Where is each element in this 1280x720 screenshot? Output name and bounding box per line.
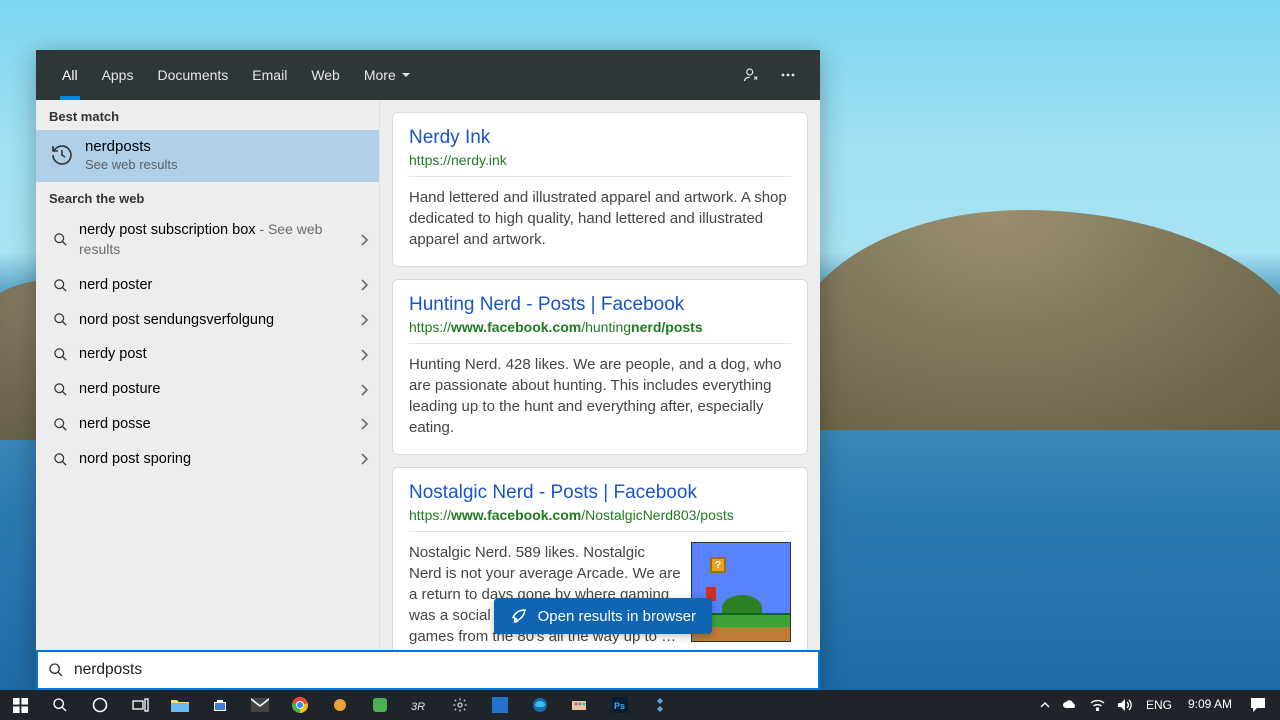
tab-apps[interactable]: Apps [90, 50, 146, 100]
web-result-url: https://www.facebook.com/huntingnerd/pos… [409, 319, 791, 344]
task-view-icon[interactable] [120, 690, 160, 720]
web-result-desc: Hand lettered and illustrated apparel an… [409, 187, 791, 250]
web-suggestion-text: nerd posture [79, 380, 359, 399]
web-suggestion-text: nerdy post subscription box - See web re… [79, 220, 359, 260]
web-result-title[interactable]: Hunting Nerd - Posts | Facebook [409, 294, 791, 316]
search-input[interactable] [74, 661, 808, 679]
web-suggestion-text: nerd posse [79, 415, 359, 434]
search-icon [49, 417, 71, 432]
best-match-subtitle: See web results [85, 157, 178, 172]
chrome-icon[interactable] [280, 690, 320, 720]
search-web-header: Search the web [36, 182, 379, 212]
web-suggestion-item[interactable]: nerd poster [36, 268, 379, 303]
web-suggestion-text: nerdy post [79, 345, 359, 364]
taskbar-app-icon[interactable] [320, 690, 360, 720]
best-match-title: nerdposts [85, 138, 178, 155]
tab-all[interactable]: All [50, 50, 90, 100]
photoshop-icon[interactable]: Ps [600, 690, 640, 720]
chevron-right-icon [359, 278, 369, 292]
web-suggestion-item[interactable]: nerd posture [36, 372, 379, 407]
tab-email[interactable]: Email [240, 50, 299, 100]
web-suggestion-item[interactable]: nerdy post [36, 337, 379, 372]
taskbar-app-icon[interactable] [360, 690, 400, 720]
taskbar-app-icon[interactable] [480, 690, 520, 720]
web-suggestion-item[interactable]: nord post sendungsverfolgung [36, 303, 379, 338]
settings-icon[interactable] [440, 690, 480, 720]
chevron-right-icon [359, 417, 369, 431]
search-icon [49, 347, 71, 362]
web-suggestion-text: nord post sporing [79, 450, 359, 469]
web-suggestion-item[interactable]: nerdy post subscription box - See web re… [36, 212, 379, 268]
tray-wifi-icon[interactable] [1084, 690, 1111, 720]
svg-text:Ps: Ps [614, 701, 625, 711]
search-icon [48, 662, 64, 678]
web-suggestion-text: nerd poster [79, 276, 359, 295]
svg-text:3R: 3R [411, 701, 425, 712]
feedback-icon[interactable] [734, 57, 770, 93]
tray-language[interactable]: ENG [1138, 690, 1180, 720]
tray-chevron-icon[interactable] [1034, 690, 1056, 720]
system-tray: ENG 9:09 AM [1034, 690, 1280, 720]
search-results-sidebar: Best match nerdposts See web results Sea… [36, 100, 380, 650]
search-preview-pane: Nerdy Ink https://nerdy.ink Hand lettere… [380, 100, 820, 650]
web-suggestion-text: nord post sendungsverfolgung [79, 311, 359, 330]
web-suggestion-item[interactable]: nord post sporing [36, 442, 379, 477]
taskbar-app-icon[interactable]: 3R [400, 690, 440, 720]
taskbar-search-icon[interactable] [40, 690, 80, 720]
desktop: All Apps Documents Email Web More Best m… [0, 0, 1280, 720]
options-icon[interactable] [770, 57, 806, 93]
search-filter-tabs: All Apps Documents Email Web More [36, 50, 820, 100]
store-icon[interactable] [200, 690, 240, 720]
search-panel: All Apps Documents Email Web More Best m… [36, 50, 820, 690]
search-icon [49, 278, 71, 293]
search-input-bar[interactable] [36, 650, 820, 690]
web-result-title[interactable]: Nerdy Ink [409, 127, 791, 149]
chevron-right-icon [359, 452, 369, 466]
tab-more[interactable]: More [352, 50, 422, 100]
search-icon [49, 382, 71, 397]
search-icon [49, 452, 71, 467]
chevron-right-icon [359, 348, 369, 362]
best-match-item[interactable]: nerdposts See web results [36, 130, 379, 182]
tab-documents[interactable]: Documents [145, 50, 240, 100]
taskbar: 3R Ps ENG 9:09 AM [0, 690, 1280, 720]
web-result-card[interactable]: Hunting Nerd - Posts | Facebook https://… [392, 279, 808, 455]
web-result-title[interactable]: Nostalgic Nerd - Posts | Facebook [409, 482, 791, 504]
chevron-right-icon [359, 313, 369, 327]
history-icon [49, 142, 75, 168]
search-icon [49, 312, 71, 327]
web-result-url: https://nerdy.ink [409, 152, 791, 177]
web-result-url: https://www.facebook.com/NostalgicNerd80… [409, 507, 791, 532]
chevron-right-icon [359, 233, 369, 247]
best-match-header: Best match [36, 100, 379, 130]
tray-onedrive-icon[interactable] [1056, 690, 1084, 720]
chevron-right-icon [359, 383, 369, 397]
tray-clock[interactable]: 9:09 AM [1180, 690, 1240, 720]
action-center-icon[interactable] [1240, 690, 1276, 720]
tab-web[interactable]: Web [299, 50, 352, 100]
web-result-desc: Hunting Nerd. 428 likes. We are people, … [409, 354, 791, 438]
mail-icon[interactable] [240, 690, 280, 720]
tray-volume-icon[interactable] [1111, 690, 1138, 720]
file-explorer-icon[interactable] [160, 690, 200, 720]
taskbar-app-icon[interactable] [560, 690, 600, 720]
edge-icon[interactable] [520, 690, 560, 720]
open-results-in-browser-button[interactable]: Open results in browser [494, 598, 712, 634]
cortana-icon[interactable] [80, 690, 120, 720]
taskbar-app-icon[interactable] [640, 690, 680, 720]
start-button[interactable] [0, 690, 40, 720]
search-icon [49, 232, 71, 247]
web-suggestion-item[interactable]: nerd posse [36, 407, 379, 442]
web-result-card[interactable]: Nerdy Ink https://nerdy.ink Hand lettere… [392, 112, 808, 267]
